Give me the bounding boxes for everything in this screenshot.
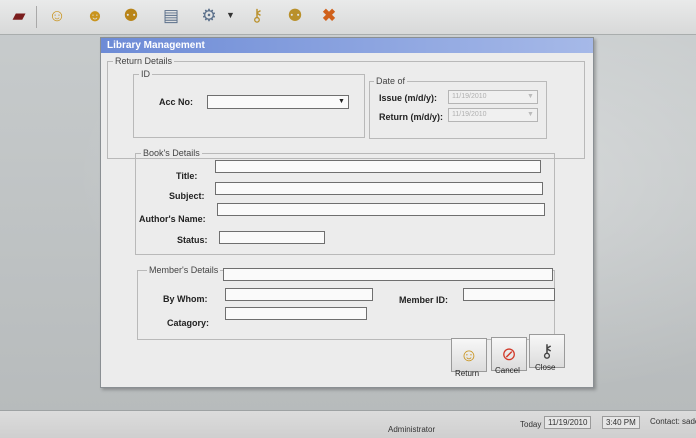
by-whom-field[interactable]: [225, 288, 373, 301]
acc-no-label: Acc No:: [159, 97, 194, 107]
close-key-icon: ⚷: [540, 340, 554, 361]
books-details-legend: Book's Details: [141, 148, 202, 158]
issue-date-picker[interactable]: 11/19/2010 ▼: [448, 90, 538, 104]
cancel-icon: ⊘: [501, 343, 517, 364]
contact-value: sadc: [682, 417, 696, 426]
main-toolbar: ▰ ☺ ☻ ⚉ ▤ ⚙ ▼ ⚷ ⚉ ✖: [0, 0, 696, 35]
chevron-down-icon[interactable]: ▼: [525, 92, 536, 102]
exit-icon[interactable]: ✖: [316, 4, 342, 28]
date-of-legend: Date of: [374, 76, 408, 86]
book-icon[interactable]: ▰: [6, 4, 32, 28]
member-id-label: Member ID:: [399, 295, 449, 305]
member-id-field[interactable]: [463, 288, 555, 301]
status-bar: Administrator Today 11/19/2010 3:40 PM C…: [0, 410, 696, 438]
toolbar-separator: [36, 6, 37, 28]
return-details-legend: Return Details: [113, 56, 175, 66]
by-whom-label: By Whom:: [163, 294, 208, 304]
return-date-picker[interactable]: 11/19/2010 ▼: [448, 108, 538, 122]
close-button-label: Close: [535, 363, 556, 372]
acc-no-combo[interactable]: ▼: [207, 95, 349, 109]
window-title: Library Management: [101, 38, 593, 53]
user-icon[interactable]: ☺: [44, 4, 70, 28]
chevron-down-icon[interactable]: ▼: [525, 110, 536, 120]
status-field[interactable]: [219, 231, 325, 244]
search-user-icon[interactable]: ⚉: [282, 4, 308, 28]
issue-date-value: 11/19/2010: [452, 93, 487, 100]
member-name-field[interactable]: [223, 268, 553, 281]
cancel-button-label: Cancel: [495, 366, 520, 375]
authors-name-label: Author's Name:: [139, 214, 206, 224]
subject-label: Subject:: [169, 191, 205, 201]
tools-dropdown-icon[interactable]: ⚙: [196, 4, 222, 28]
chevron-down-icon[interactable]: ▼: [336, 97, 347, 107]
status-date: 11/19/2010: [544, 416, 592, 429]
id-legend: ID: [139, 69, 152, 79]
category-label: Catagory:: [167, 318, 210, 328]
report-icon[interactable]: ▤: [158, 4, 184, 28]
category-field[interactable]: [225, 307, 367, 320]
today-label: Today: [520, 420, 542, 429]
return-date-value: 11/19/2010: [452, 111, 487, 118]
users-icon[interactable]: ⚉: [118, 4, 144, 28]
return-user-icon: ☺: [459, 344, 479, 365]
title-field[interactable]: [215, 160, 541, 173]
members-details-legend: Member's Details: [147, 265, 221, 275]
contact-label: Contact:: [650, 417, 680, 426]
library-management-window: Library Management Return Details ID Acc…: [100, 37, 594, 388]
dropdown-caret-icon[interactable]: ▼: [226, 10, 235, 20]
authors-name-field[interactable]: [217, 203, 545, 216]
status-label: Status:: [177, 235, 208, 245]
status-time: 3:40 PM: [602, 416, 640, 429]
user-add-icon[interactable]: ☻: [82, 4, 108, 28]
return-button[interactable]: ☺: [451, 338, 487, 372]
subject-field[interactable]: [215, 182, 543, 195]
status-user: Administrator: [388, 425, 436, 434]
title-label: Title:: [176, 171, 198, 181]
issue-date-label: Issue (m/d/y):: [379, 93, 438, 103]
return-date-label: Return (m/d/y):: [379, 112, 443, 122]
key-icon[interactable]: ⚷: [244, 4, 270, 28]
return-button-label: Return: [455, 369, 480, 378]
